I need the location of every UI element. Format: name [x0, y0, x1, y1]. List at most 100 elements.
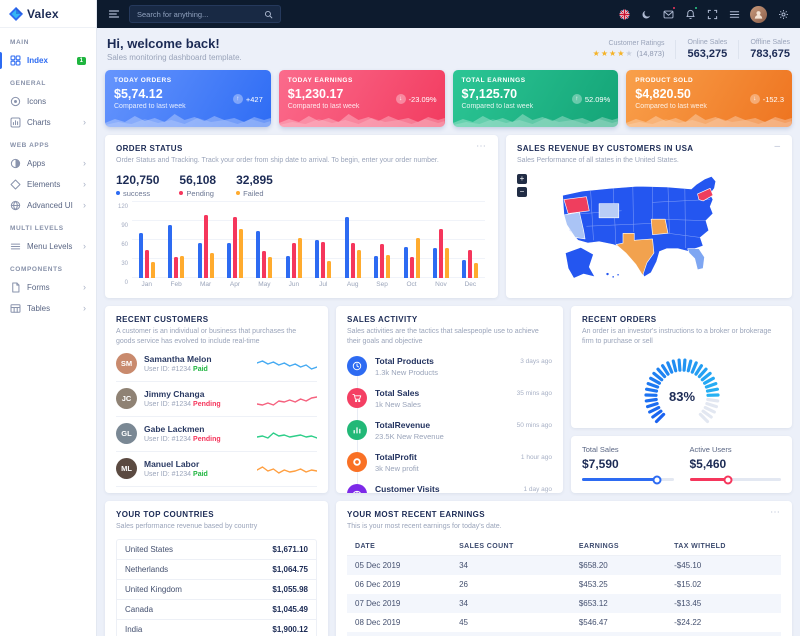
map-zoom-in-button[interactable]: +: [517, 174, 527, 184]
search-icon[interactable]: [264, 10, 273, 19]
panel-options-icon[interactable]: ⋯: [476, 144, 487, 150]
activity-list: Total Products1.3k New Products 3 days a…: [347, 351, 552, 493]
legend-dot: [236, 191, 240, 195]
bar-group-jul: Jul: [309, 203, 338, 289]
bar-pending: [292, 243, 296, 277]
search-input[interactable]: [137, 10, 259, 19]
chevron-right-icon: ›: [83, 304, 86, 313]
settings-gear-icon[interactable]: [777, 8, 789, 20]
bar-group-mar: Mar: [191, 203, 220, 289]
chevron-right-icon: ›: [83, 242, 86, 251]
bar-group-jan: Jan: [132, 203, 161, 289]
bar-success: [345, 217, 349, 278]
bar-pending: [380, 244, 384, 278]
language-flag-icon[interactable]: [618, 8, 630, 20]
bar-pending: [351, 243, 355, 277]
panel-description: A customer is an individual or business …: [116, 327, 317, 347]
order-status-panel: ORDER STATUS ⋯ Order Status and Tracking…: [105, 135, 498, 298]
panel-title: SALES ACTIVITY: [347, 315, 552, 324]
brand-logo[interactable]: Valex: [0, 0, 96, 28]
slider-thumb[interactable]: [723, 475, 732, 484]
arrow-up-icon: ↑: [572, 94, 582, 104]
page-subtitle: Sales monitoring dashboard template.: [107, 53, 242, 62]
sidebar-item-index[interactable]: Index 1: [0, 50, 96, 71]
sidebar-toggle-button[interactable]: [108, 8, 120, 20]
messages-dot: [672, 6, 676, 10]
offline-sales-stat: Offline Sales 783,675: [750, 39, 790, 60]
donut-icon: [347, 452, 367, 472]
customer-sparkline: [257, 355, 317, 373]
sidebar-item-tables[interactable]: Tables ›: [0, 298, 96, 319]
bar-failed: [268, 257, 272, 278]
sidebar-item-forms[interactable]: Forms ›: [0, 277, 96, 298]
sidebar-item-apps[interactable]: Apps ›: [0, 153, 96, 174]
bar-success: [198, 243, 202, 278]
activity-item: Total Products1.3k New Products 3 days a…: [347, 351, 552, 383]
card-sparkline: [105, 107, 271, 127]
map-zoom-out-button[interactable]: −: [517, 187, 527, 197]
divider: [738, 40, 739, 59]
order-status-bar-chart: 0306090120JanFebMarAprMayJunJulAugSepOct…: [132, 203, 485, 289]
panel-title: YOUR MOST RECENT EARNINGS: [347, 510, 485, 519]
bar-success: [286, 256, 290, 278]
panel-description: An order is an investor's instructions t…: [582, 327, 781, 347]
order-stat-pending: 56,108Pending: [179, 173, 216, 198]
diamond-icon: [10, 179, 21, 190]
notifications-bell-icon[interactable]: [684, 8, 696, 20]
fullscreen-icon[interactable]: [706, 8, 718, 20]
bar-pending: [174, 257, 178, 278]
bar-pending: [204, 215, 208, 278]
nav-section-label: MAIN: [0, 30, 96, 50]
card-sparkline: [279, 107, 445, 127]
bar-group-apr: Apr: [220, 203, 249, 289]
arrow-up-icon: ↑: [233, 94, 243, 104]
rating-count: (14,873): [637, 49, 665, 58]
table-header: TAX WITHELD: [666, 538, 781, 556]
bar-group-nov: Nov: [426, 203, 455, 289]
earnings-row: 08 Dec 201945$546.47-$24.22: [347, 613, 781, 632]
bar-group-sep: Sep: [367, 203, 396, 289]
list-menu-icon[interactable]: [728, 8, 740, 20]
usa-map[interactable]: [530, 170, 768, 286]
user-avatar[interactable]: [750, 6, 767, 23]
nav-section-label: GENERAL: [0, 71, 96, 91]
divider: [675, 40, 676, 59]
slider-track[interactable]: [690, 478, 782, 481]
bar-failed: [386, 255, 390, 278]
chevron-right-icon: ›: [83, 118, 86, 127]
dark-mode-moon-icon[interactable]: [640, 8, 652, 20]
clock-icon: [347, 356, 367, 376]
messages-icon[interactable]: [662, 8, 674, 20]
table-header: SALES COUNT: [451, 538, 571, 556]
sidebar-item-icons[interactable]: Icons: [0, 91, 96, 112]
status-badge: Paid: [193, 366, 208, 373]
bar-success: [315, 240, 319, 278]
bar-group-may: May: [250, 203, 279, 289]
sidebar-item-elements[interactable]: Elements ›: [0, 174, 96, 195]
search-box[interactable]: [129, 5, 281, 23]
legend-dot: [116, 191, 120, 195]
chevron-right-icon: ›: [83, 201, 86, 210]
panel-options-icon[interactable]: ⋯: [770, 510, 781, 516]
bar-box-icon: [10, 117, 21, 128]
customer-row: SM Samantha Melon User ID: #1234 Paid: [116, 347, 317, 382]
recent-orders-panel: RECENT ORDERS An order is an investor's …: [571, 306, 792, 428]
bar-failed: [151, 262, 155, 278]
nav-section-label: WEB APPS: [0, 133, 96, 153]
usa-map-panel: SALES REVENUE BY CUSTOMERS IN USA – Sale…: [506, 135, 792, 298]
notifications-dot: [694, 6, 698, 10]
stat-cards-row: TODAY ORDERS $5,74.12 Compared to last w…: [105, 70, 792, 127]
panel-minimize-icon[interactable]: –: [774, 144, 781, 150]
rating-stars: ★★★★★: [593, 49, 634, 58]
recent-customers-panel: RECENT CUSTOMERS A customer is an indivi…: [105, 306, 328, 493]
table-header: EARNINGS: [571, 538, 666, 556]
sales-activity-panel: SALES ACTIVITY Sales activities are the …: [336, 306, 563, 493]
slider-track[interactable]: [582, 478, 674, 481]
sidebar-item-advanced-ui[interactable]: Advanced UI ›: [0, 195, 96, 216]
slider-thumb[interactable]: [653, 475, 662, 484]
sidebar-item-charts[interactable]: Charts ›: [0, 112, 96, 133]
main-area: Hi, welcome back! Sales monitoring dashb…: [97, 0, 800, 636]
bar-pending: [262, 251, 266, 278]
sidebar-item-menu-levels[interactable]: Menu Levels ›: [0, 236, 96, 257]
earnings-row: 07 Dec 201934$653.12-$13.45: [347, 594, 781, 613]
